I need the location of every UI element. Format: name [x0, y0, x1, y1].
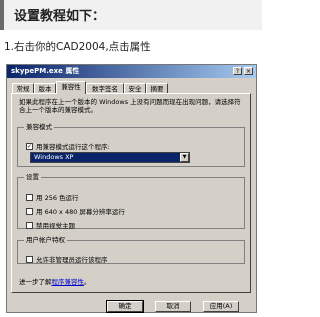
compat-mode-group-label: 兼容模式 — [24, 123, 54, 131]
tab-digital-signatures[interactable]: 数字签名 — [86, 83, 124, 93]
ok-button[interactable]: 确定 — [106, 300, 144, 313]
checkbox-disable-themes-label: 禁用视觉主题 — [36, 221, 75, 230]
tutorial-heading-bar: 设置教程如下： — [0, 0, 262, 30]
apply-button[interactable]: 应用(A) — [203, 301, 239, 312]
tab-general[interactable]: 常规 — [12, 83, 34, 93]
compat-mode-checkbox[interactable]: ✓ — [26, 143, 33, 150]
settings-group-label: 设置 — [24, 173, 41, 181]
checkbox-non-admin[interactable] — [26, 256, 33, 263]
compat-mode-group: 兼容模式 ✓ 用兼容模式运行这个程序: Windows XP ▼ — [17, 123, 245, 167]
checkbox-640x480[interactable] — [26, 208, 33, 215]
os-select-value: Windows XP — [34, 153, 74, 161]
privilege-row: 允许非管理员运行该程序 — [26, 249, 108, 264]
learn-more-prefix: 进一步了解 — [19, 278, 52, 286]
properties-dialog: skypePM.exe 属性 ? × 常规 版本 兼容性 数字签名 安全 摘要 … — [6, 64, 257, 313]
tab-version[interactable]: 版本 — [34, 83, 56, 93]
privilege-group: 用户帐户特权 允许非管理员运行该程序 — [17, 236, 245, 264]
settings-item-640x480: 用 640 x 480 屏幕分辨率运行 — [26, 201, 125, 216]
settings-item-256-colors: 用 256 色运行 — [26, 187, 79, 202]
checkbox-non-admin-label: 允许非管理员运行该程序 — [36, 255, 108, 264]
learn-more-text: 进一步了解程序兼容性。 — [19, 278, 91, 286]
tutorial-heading: 设置教程如下： — [14, 9, 106, 24]
settings-item-disable-themes: 禁用视觉主题 — [26, 215, 75, 230]
cancel-button[interactable]: 取消 — [155, 301, 191, 312]
chevron-down-icon[interactable]: ▼ — [180, 153, 189, 162]
compat-mode-checkbox-label: 用兼容模式运行这个程序: — [36, 142, 110, 151]
dialog-title: skypePM.exe 属性 — [11, 67, 80, 75]
learn-more-link[interactable]: 程序兼容性 — [52, 278, 85, 286]
compat-description: 如果此程序在上一个版本的 Windows 上没有问题而现在出现问题，请选择符合上… — [19, 98, 241, 114]
settings-group: 设置 用 256 色运行 用 640 x 480 屏幕分辨率运行 禁用视觉主题 — [17, 173, 245, 230]
tutorial-step-1: 1.右击你的CAD2004,点击属性 — [4, 41, 151, 53]
close-button[interactable]: × — [244, 67, 253, 75]
os-select[interactable]: Windows XP ▼ — [30, 152, 190, 163]
tab-security[interactable]: 安全 — [124, 83, 146, 93]
checkbox-256-colors[interactable] — [26, 194, 33, 201]
tab-summary[interactable]: 摘要 — [146, 83, 168, 93]
tab-compatibility[interactable]: 兼容性 — [56, 81, 86, 94]
help-button[interactable]: ? — [233, 67, 242, 75]
privilege-group-label: 用户帐户特权 — [24, 236, 67, 244]
dialog-title-bar: skypePM.exe 属性 ? × — [7, 65, 256, 78]
compat-mode-row: ✓ 用兼容模式运行这个程序: — [26, 136, 110, 151]
checkbox-disable-themes[interactable] — [26, 222, 33, 229]
learn-more-suffix: 。 — [84, 278, 91, 286]
